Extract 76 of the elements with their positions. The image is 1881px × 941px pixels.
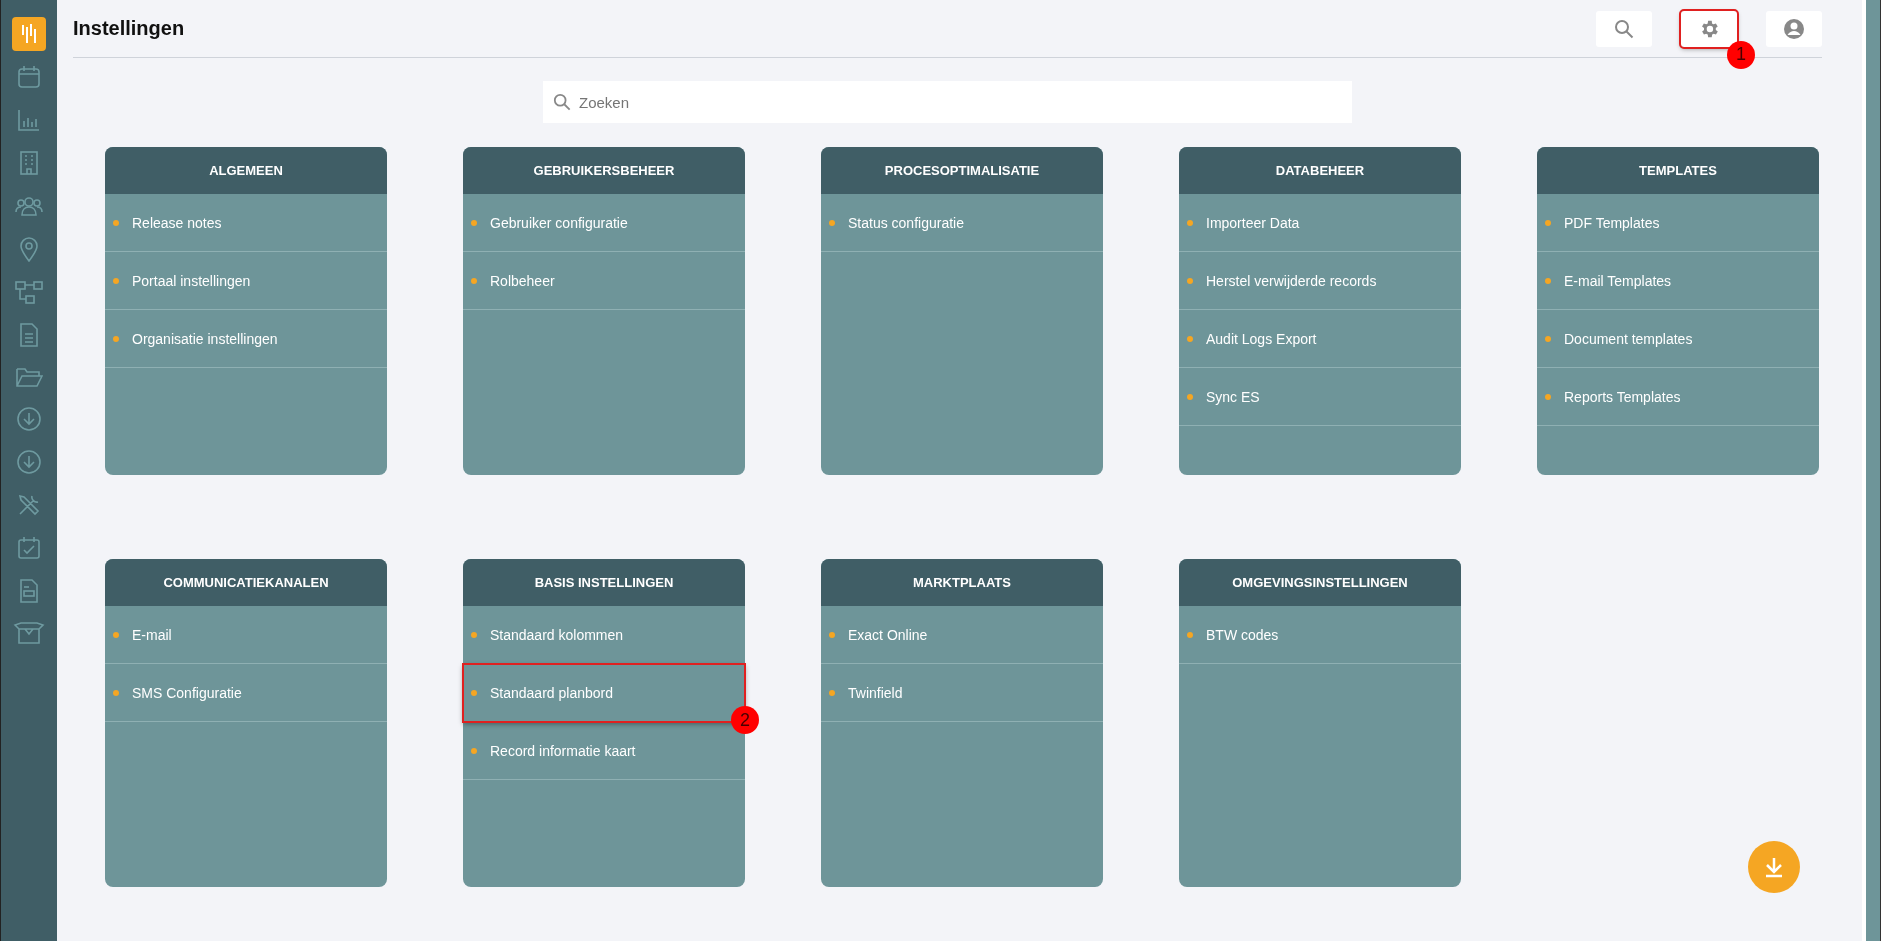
card-title: COMMUNICATIEKANALEN (105, 559, 387, 606)
search-icon (1614, 18, 1634, 39)
settings-link[interactable]: Standaard kolommen (463, 606, 745, 664)
bullet-icon (1187, 393, 1193, 400)
bullet-icon (829, 219, 835, 226)
card-title: OMGEVINGSINSTELLINGEN (1179, 559, 1461, 606)
settings-link[interactable]: Reports Templates (1537, 368, 1819, 426)
bullet-icon (1187, 631, 1193, 638)
bullet-icon (1187, 219, 1193, 226)
bullet-icon (1187, 277, 1193, 284)
card-title: MARKTPLAATS (821, 559, 1103, 606)
settings-link[interactable]: Importeer Data (1179, 194, 1461, 252)
settings-link[interactable]: SMS Configuratie (105, 664, 387, 722)
settings-link[interactable]: Document templates (1537, 310, 1819, 368)
step-marker: 1 (1727, 40, 1755, 69)
account-icon (1782, 16, 1806, 41)
bullet-icon (471, 747, 477, 754)
page-title: Instellingen (73, 17, 186, 40)
settings-link[interactable]: Sync ES (1179, 368, 1461, 426)
bullet-icon (113, 631, 119, 638)
settings-button[interactable] (1681, 10, 1737, 47)
form-document-icon[interactable] (18, 578, 40, 604)
step-marker: 2 (731, 706, 759, 734)
bullet-icon (1187, 335, 1193, 342)
search-field[interactable]: Zoeken (543, 81, 1352, 123)
bullet-icon (471, 219, 477, 226)
download-icon[interactable] (16, 449, 42, 475)
settings-link[interactable]: Rolbeheer (463, 252, 745, 310)
folder-icon[interactable] (15, 365, 43, 389)
card-title: PROCESOPTIMALISATIE (821, 147, 1103, 194)
bullet-icon (471, 277, 477, 284)
settings-link[interactable]: Status configuratie (821, 194, 1103, 252)
open-box-icon[interactable] (13, 621, 45, 645)
settings-link[interactable]: Herstel verwijderde records (1179, 252, 1461, 310)
settings-link[interactable]: PDF Templates (1537, 194, 1819, 252)
calendar-check-icon[interactable] (16, 535, 42, 561)
card-title: DATABEHEER (1179, 147, 1461, 194)
settings-link[interactable]: E-mail (105, 606, 387, 664)
tools-icon[interactable] (16, 492, 42, 518)
search-button[interactable] (1596, 10, 1652, 47)
bullet-icon (113, 335, 119, 342)
bullet-icon (1545, 335, 1551, 342)
settings-link[interactable]: Portaal instellingen (105, 252, 387, 310)
settings-link[interactable]: Audit Logs Export (1179, 310, 1461, 368)
card-title: ALGEMEEN (105, 147, 387, 194)
search-icon (553, 93, 571, 111)
card-title: BASIS INSTELLINGEN (463, 559, 745, 606)
bullet-icon (113, 219, 119, 226)
settings-link[interactable]: Twinfield (821, 664, 1103, 722)
settings-link[interactable]: Organisatie instellingen (105, 310, 387, 368)
bullet-icon (113, 277, 119, 284)
card-title: GEBRUIKERSBEHEER (463, 147, 745, 194)
settings-link[interactable]: BTW codes (1179, 606, 1461, 664)
logo-icon[interactable] (12, 17, 46, 51)
settings-link[interactable]: E-mail Templates (1537, 252, 1819, 310)
bullet-icon (1545, 277, 1551, 284)
settings-link[interactable]: Exact Online (821, 606, 1103, 664)
bullet-icon (829, 689, 835, 696)
scrollbar[interactable] (1862, 0, 1881, 941)
bullet-icon (113, 689, 119, 696)
settings-link[interactable]: Release notes (105, 194, 387, 252)
download-button[interactable] (1748, 841, 1800, 893)
document-icon[interactable] (18, 322, 40, 348)
bullet-icon (1545, 219, 1551, 226)
bullet-icon (471, 631, 477, 638)
calendar-icon[interactable] (16, 64, 42, 90)
flow-diagram-icon[interactable] (14, 279, 44, 305)
bullet-icon (829, 631, 835, 638)
bar-chart-icon[interactable] (16, 107, 42, 133)
bullet-icon (1545, 393, 1551, 400)
bullet-icon (471, 689, 477, 696)
settings-link[interactable]: Gebruiker configuratie (463, 194, 745, 252)
download-icon[interactable] (16, 406, 42, 432)
card-title: TEMPLATES (1537, 147, 1819, 194)
map-pin-icon[interactable] (18, 236, 40, 262)
account-button[interactable] (1766, 10, 1822, 47)
